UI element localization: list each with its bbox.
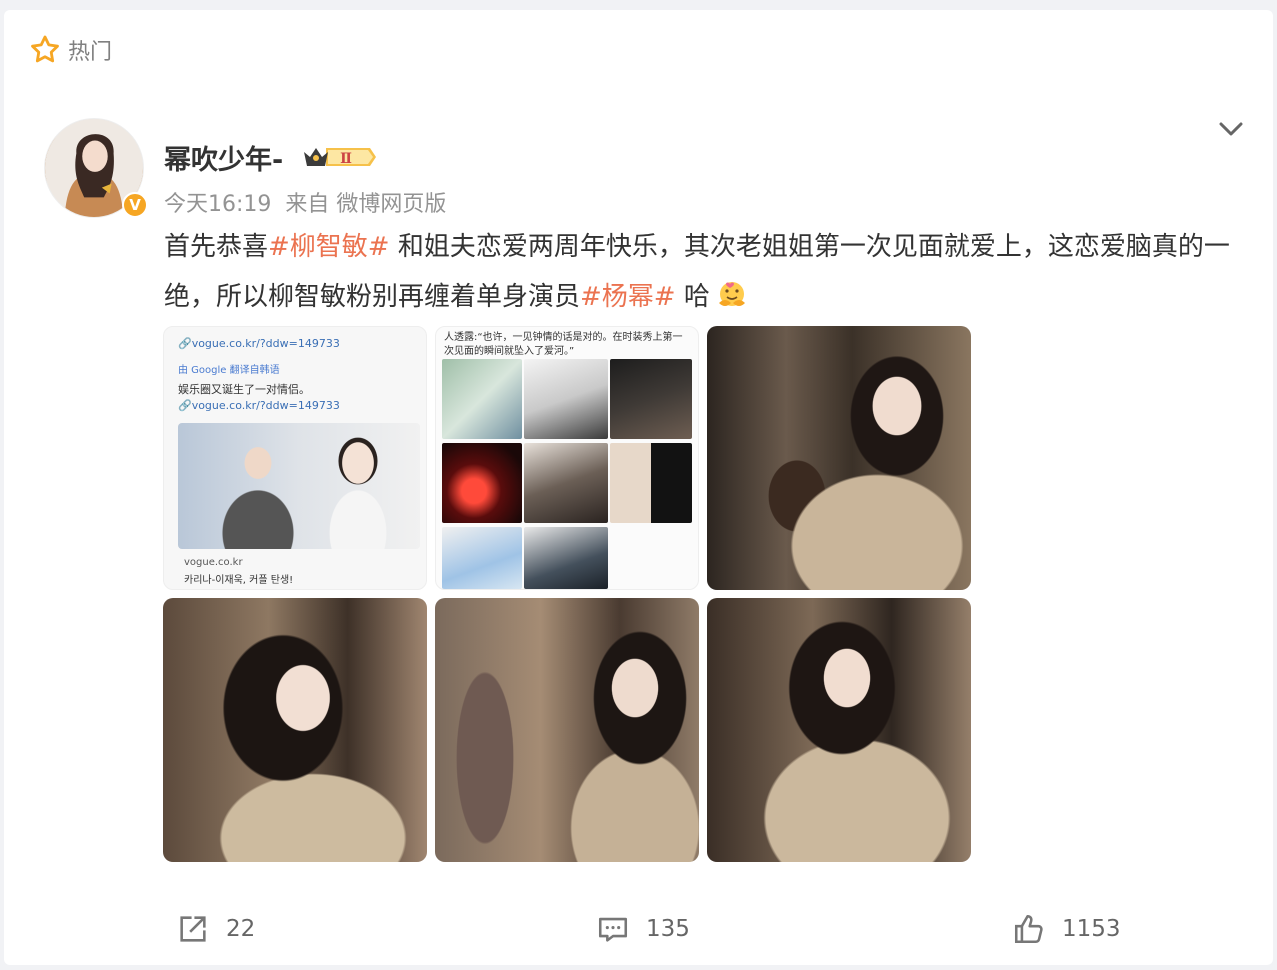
img2-collage-cell <box>524 443 608 523</box>
comment-count: 135 <box>646 916 690 942</box>
img2-quote: 人透露:“也许，一见钟情的话是对的。在时装秀上第一次见面的瞬间就坠入了爱河。” <box>444 332 683 357</box>
badge-level: Ⅱ <box>340 151 352 167</box>
img2-collage-cell <box>442 359 522 439</box>
post-meta: 今天16:19 来自 微博网页版 <box>164 186 446 218</box>
weibo-post-card: 热门 V 幂吹少年- Ⅱ 今天16:19 来自 微博网页版 首先恭喜#柳智敏# … <box>4 10 1273 965</box>
image-grid: 🔗vogue.co.kr/?ddw=149733 由 Google 翻译自韩语 … <box>163 326 973 862</box>
post-source: 来自 微博网页版 <box>285 192 447 217</box>
hashtag-link-2[interactable]: #杨幂# <box>580 282 676 312</box>
img1-text: 娱乐圈又诞生了一对情侣。 <box>178 383 310 396</box>
post-content: 首先恭喜#柳智敏# 和姐夫恋爱两周年快乐，其次老姐姐第一次见面就爱上，这恋爱脑真… <box>164 222 1254 322</box>
hot-label: 热门 <box>68 40 113 65</box>
like-count: 1153 <box>1062 916 1121 942</box>
like-button[interactable]: 1153 <box>1012 904 1121 954</box>
img2-collage-cell <box>610 443 692 523</box>
avatar[interactable]: V <box>44 118 148 218</box>
thumbs-up-icon <box>1014 914 1043 944</box>
img1-caption-source: vogue.co.kr <box>184 557 243 568</box>
chevron-down-icon[interactable] <box>1216 114 1246 144</box>
img1-url2: 🔗vogue.co.kr/?ddw=149733 <box>178 399 340 412</box>
img1-url: 🔗vogue.co.kr/?ddw=149733 <box>178 337 340 350</box>
img1-translate: 由 Google 翻译自韩语 <box>178 365 280 376</box>
star-outline-icon <box>31 35 59 63</box>
image-thumb-5[interactable] <box>435 598 699 862</box>
hashtag-link-1[interactable]: #柳智敏# <box>268 232 390 262</box>
image-thumb-1[interactable]: 🔗vogue.co.kr/?ddw=149733 由 Google 翻译自韩语 … <box>163 326 427 590</box>
comment-icon <box>598 917 628 942</box>
repost-count: 22 <box>226 916 256 942</box>
action-bar: 22 135 1153 <box>4 904 1273 954</box>
image-thumb-6[interactable] <box>707 598 971 862</box>
img2-collage-cell <box>442 527 522 589</box>
img1-caption-title: 카리나-이재욱, 커플 탄생! <box>184 575 294 586</box>
content-text-1: 首先恭喜 <box>164 232 269 262</box>
hug-emoji-icon <box>718 282 745 306</box>
image-thumb-2[interactable]: 人透露:“也许，一见钟情的话是对的。在时装秀上第一次见面的瞬间就坠入了爱河。” <box>435 326 699 590</box>
vip-level-badge-icon[interactable]: Ⅱ <box>302 142 378 172</box>
username[interactable]: 幂吹少年- <box>164 138 283 177</box>
repost-button[interactable]: 22 <box>176 904 255 954</box>
hot-header: 热门 <box>28 32 112 68</box>
verified-badge-icon: V <box>122 192 148 218</box>
comment-button[interactable]: 135 <box>596 904 690 954</box>
image-thumb-4[interactable] <box>163 598 427 862</box>
content-text-3: 哈 <box>675 282 710 312</box>
repost-icon <box>180 916 206 942</box>
img2-collage-cell <box>610 359 692 439</box>
img1-photo <box>178 423 420 549</box>
img2-collage-cell <box>524 359 608 439</box>
img2-collage-cell <box>442 443 522 523</box>
img2-collage-cell <box>524 527 608 589</box>
post-time[interactable]: 今天16:19 <box>164 186 271 218</box>
image-thumb-3[interactable] <box>707 326 971 590</box>
